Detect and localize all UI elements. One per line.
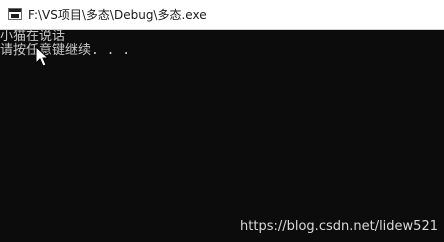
app-icon-titlebar-shape <box>9 9 21 12</box>
console-output-area[interactable]: 小猫在说话 请按任意键继续. . . https://blog.csdn.net… <box>0 30 444 242</box>
console-line-output: 小猫在说话 <box>0 29 66 44</box>
console-window: F:\VS项目\多态\Debug\多态.exe 小猫在说话 请按任意键继续. .… <box>0 0 444 242</box>
title-bar[interactable]: F:\VS项目\多态\Debug\多态.exe <box>0 0 444 30</box>
console-app-icon[interactable] <box>8 8 22 20</box>
app-icon-screen-shape <box>11 14 19 18</box>
console-line-prompt: 请按任意键继续. . . <box>0 43 131 58</box>
mouse-pointer-icon <box>35 46 49 67</box>
watermark-text: https://blog.csdn.net/lidew521 <box>240 219 438 234</box>
window-title: F:\VS项目\多态\Debug\多态.exe <box>28 8 207 22</box>
